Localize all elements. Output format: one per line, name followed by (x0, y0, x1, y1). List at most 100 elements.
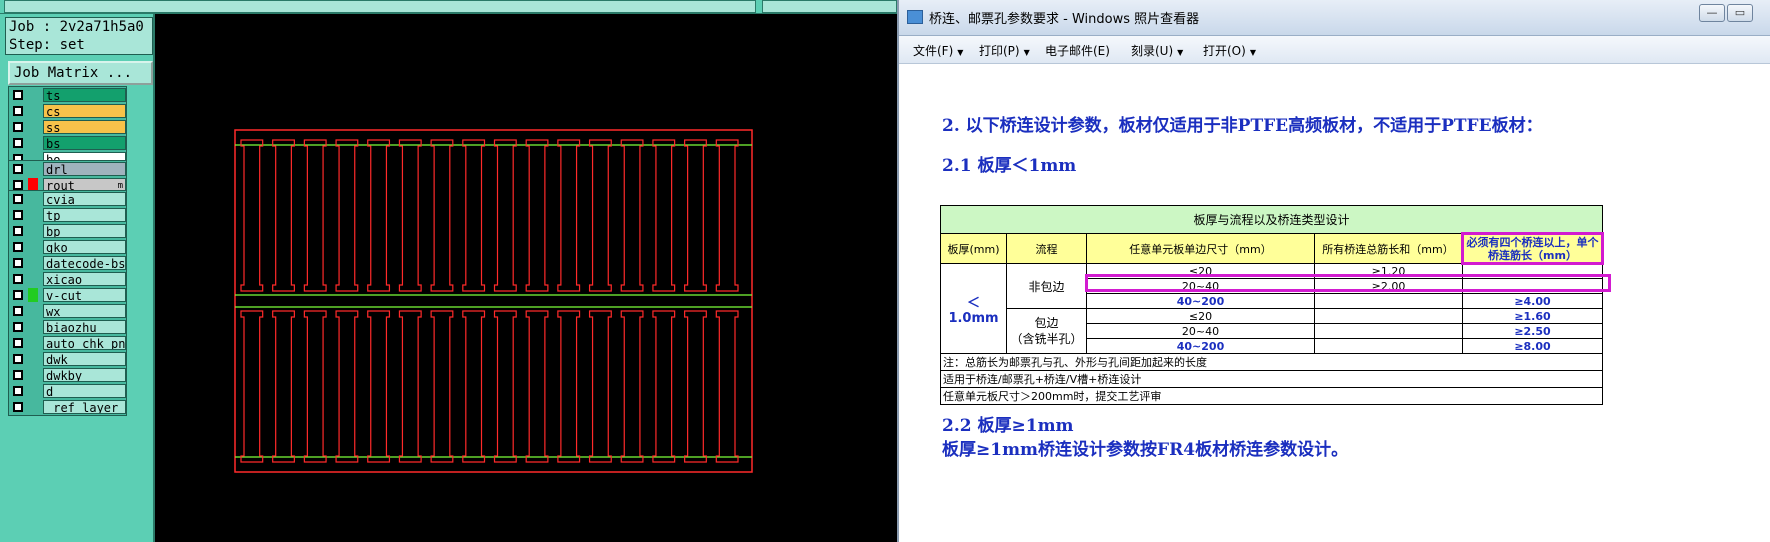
layer-name[interactable]: d (43, 384, 126, 398)
chevron-down-icon: ▼ (1177, 48, 1184, 57)
layer-checkbox[interactable] (13, 226, 23, 236)
layer-name[interactable]: gko (43, 240, 126, 254)
cell-single: ≥4.00 (1462, 293, 1603, 309)
layer-name[interactable]: wx (43, 304, 126, 318)
layer-color-swatch (28, 272, 38, 286)
layer-name[interactable]: cvia (43, 192, 126, 206)
pcb-unit-outline (557, 139, 581, 292)
menu-file-label: 文件(F) (913, 44, 954, 58)
job-matrix-button[interactable]: Job Matrix ... (8, 61, 153, 85)
layer-checkbox[interactable] (13, 258, 23, 268)
layer-checkbox[interactable] (13, 370, 23, 380)
menu-file[interactable]: 文件(F) ▼ (913, 42, 963, 59)
layer-row-cs[interactable]: cs (9, 103, 126, 119)
layer-checkbox[interactable] (13, 90, 23, 100)
minimize-button[interactable]: — (1699, 4, 1725, 22)
layer-row-bs[interactable]: bs (9, 135, 126, 151)
pcb-unit-outline (303, 139, 327, 292)
pcb-unit-outline (525, 139, 549, 292)
cell-thickness: ＜1.0mm (940, 263, 1007, 354)
layer-checkbox[interactable] (13, 354, 23, 364)
heading-2-2: 2.2 板厚≥1mm (942, 416, 1074, 436)
layer-color-swatch (28, 336, 38, 350)
layer-row-wx[interactable]: wx (9, 303, 126, 319)
maximize-button[interactable]: ▭ (1727, 4, 1753, 22)
menu-burn[interactable]: 刻录(U) ▼ (1131, 42, 1183, 59)
layer-name[interactable]: drl (43, 162, 126, 176)
layer-checkbox[interactable] (13, 338, 23, 348)
layer-name[interactable]: ss (43, 120, 126, 134)
layer-name[interactable]: _ref_layer (43, 400, 126, 414)
cell-size: 40~200 (1086, 293, 1315, 309)
cell-single: ≥8.00 (1462, 338, 1603, 354)
layer-name[interactable]: bp (43, 224, 126, 238)
cell-single: ≥1.60 (1462, 308, 1603, 324)
cam-top-field-2 (762, 0, 897, 13)
process-b-label: 包边 (1034, 316, 1059, 330)
layer-group: tscsssbsbo (8, 86, 127, 168)
layer-row-_ref_layer[interactable]: _ref_layer (9, 399, 126, 415)
layer-row-dwkby[interactable]: dwkby (9, 367, 126, 383)
layer-checkbox[interactable] (13, 164, 23, 174)
layer-checkbox[interactable] (13, 138, 23, 148)
layer-row-ss[interactable]: ss (9, 119, 126, 135)
layer-checkbox[interactable] (13, 386, 23, 396)
pcb-unit-outline (620, 310, 644, 463)
layer-color-swatch (28, 240, 38, 254)
menu-email[interactable]: 电子邮件(E) (1045, 42, 1110, 59)
table-note: 适用于桥连/邮票孔+桥连/V槽+桥连设计 (940, 370, 1603, 388)
layer-checkbox[interactable] (13, 322, 23, 332)
layer-row-v-cut[interactable]: v-cut (9, 287, 126, 303)
graphic-canvas[interactable] (157, 14, 897, 542)
layer-row-drl[interactable]: drl (9, 161, 126, 177)
layer-color-swatch (28, 104, 38, 118)
layer-name[interactable]: biaozhu (43, 320, 126, 334)
layer-row-cvia[interactable]: cvia (9, 191, 126, 207)
layer-name[interactable]: cs (43, 104, 126, 118)
layer-checkbox[interactable] (13, 210, 23, 220)
layer-name[interactable]: dwkby (43, 368, 126, 382)
layer-row-auto_chk_pn[interactable]: auto_chk_pn (9, 335, 126, 351)
layer-row-d[interactable]: d (9, 383, 126, 399)
layer-color-swatch (28, 288, 38, 302)
layer-checkbox[interactable] (13, 402, 23, 412)
layer-row-xicao[interactable]: xicao (9, 271, 126, 287)
layer-name[interactable]: datecode-bs (43, 256, 126, 270)
layer-row-gko[interactable]: gko (9, 239, 126, 255)
layer-checkbox[interactable] (13, 122, 23, 132)
chevron-down-icon: ▼ (1249, 48, 1256, 57)
layer-row-bp[interactable]: bp (9, 223, 126, 239)
layer-checkbox[interactable] (13, 274, 23, 284)
layer-color-swatch (28, 400, 38, 414)
layer-checkbox[interactable] (13, 242, 23, 252)
layer-checkbox[interactable] (13, 194, 23, 204)
layer-name[interactable]: auto_chk_pn (43, 336, 126, 350)
layer-checkbox[interactable] (13, 306, 23, 316)
layer-color-swatch (28, 256, 38, 270)
cell-size: ≤20 (1086, 308, 1315, 324)
chevron-down-icon: ▼ (1023, 48, 1030, 57)
layer-row-datecode-bs[interactable]: datecode-bs (9, 255, 126, 271)
layer-name[interactable]: v-cut (43, 288, 126, 302)
layer-color-swatch (28, 384, 38, 398)
menu-print[interactable]: 打印(P) ▼ (979, 42, 1030, 59)
menu-email-label: 电子邮件(E) (1045, 44, 1110, 58)
layer-name[interactable]: tp (43, 208, 126, 222)
layer-name[interactable]: xicao (43, 272, 126, 286)
layer-row-dwk[interactable]: dwk (9, 351, 126, 367)
layer-checkbox[interactable] (13, 180, 23, 190)
layer-checkbox[interactable] (13, 106, 23, 116)
pcb-unit-outline (398, 139, 422, 292)
layer-name[interactable]: ts (43, 88, 126, 102)
layer-checkbox[interactable] (13, 290, 23, 300)
chevron-down-icon: ▼ (957, 48, 964, 57)
layer-name[interactable]: bs (43, 136, 126, 150)
pcb-unit-outline (462, 310, 486, 463)
layer-row-tp[interactable]: tp (9, 207, 126, 223)
pcb-unit-outline (398, 310, 422, 463)
layer-row-biaozhu[interactable]: biaozhu (9, 319, 126, 335)
layer-row-ts[interactable]: ts (9, 87, 126, 103)
cell-size: 40~200 (1086, 338, 1315, 354)
layer-name[interactable]: dwk (43, 352, 126, 366)
menu-open[interactable]: 打开(O) ▼ (1203, 42, 1256, 59)
